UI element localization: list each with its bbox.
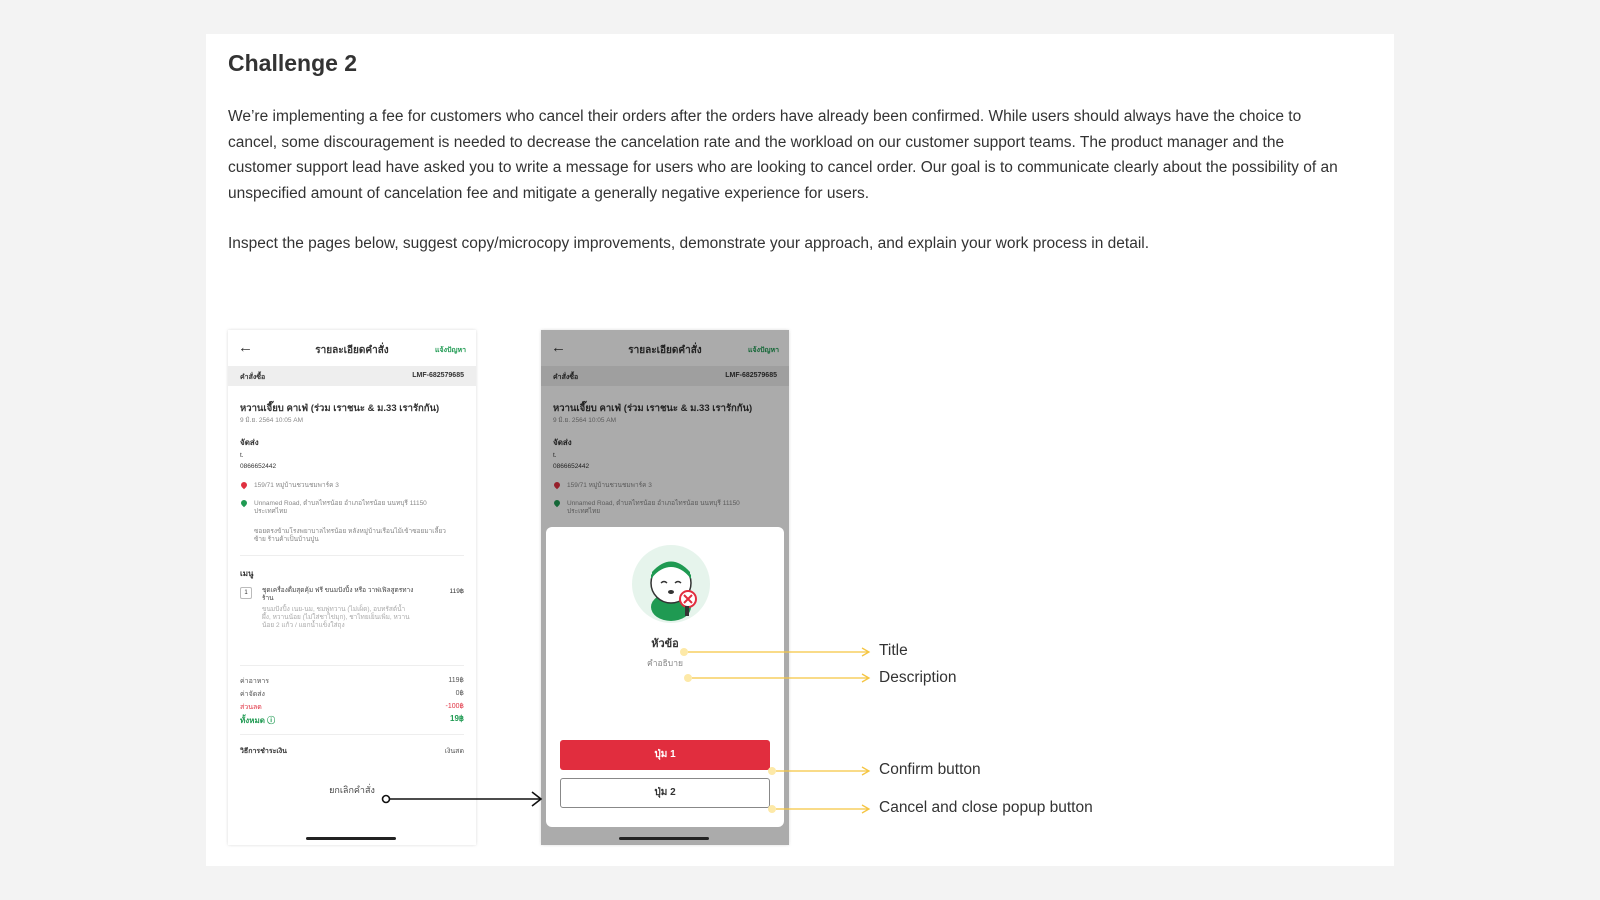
challenge-description: We’re implementing a fee for customers w… — [228, 108, 1338, 202]
item-quantity: 1 — [240, 587, 252, 599]
annotation-title: Title — [879, 642, 908, 659]
address-line-1: 159/71 หมู่บ้านชวนชมพาร์ค 3 — [254, 482, 339, 489]
customer-name: t. — [240, 452, 244, 459]
discount-row: ส่วนลด -100฿ — [240, 703, 464, 711]
delivery-note: ซอยตรงข้ามโรงพยาบาลไทรน้อย หลังหมู่บ้านเ… — [254, 528, 446, 543]
page-title: Challenge 2 — [228, 50, 358, 76]
item-price: 119฿ — [449, 588, 465, 595]
cancel-popup-screen: ← รายละเอียดคำสั่ง แจ้งปัญหา คำสั่งซื้อ … — [541, 330, 789, 845]
divider — [240, 555, 464, 556]
order-id-bar: คำสั่งซื้อ LMF-682579685 — [228, 366, 476, 386]
popup-title: หัวข้อ — [651, 638, 679, 650]
report-problem-link[interactable]: แจ้งปัญหา — [435, 345, 466, 356]
food-cost-row: ค่าอาหาร 119฿ — [240, 677, 464, 685]
home-indicator — [619, 837, 709, 840]
annotation-cancel-close-button: Cancel and close popup button — [879, 799, 1093, 816]
cancel-order-link[interactable]: ยกเลิกคำสั่ง — [228, 783, 476, 797]
annotation-confirm-button: Confirm button — [879, 761, 981, 778]
divider — [240, 665, 464, 666]
order-label: คำสั่งซื้อ — [240, 374, 266, 381]
address-line-2: Unnamed Road, ตำบลไทรน้อย อำเภอไทรน้อย น… — [254, 500, 427, 515]
order-date: 9 มิ.ย. 2564 10:05 AM — [240, 417, 304, 424]
customer-phone: 0866652442 — [240, 463, 277, 470]
order-detail-screen: ← รายละเอียดคำสั่ง แจ้งปัญหา คำสั่งซื้อ … — [228, 330, 476, 845]
annotation-description: Description — [879, 669, 957, 686]
order-id: LMF-682579685 — [412, 372, 464, 379]
instructions: Inspect the pages below, suggest copy/mi… — [228, 235, 1150, 252]
payment-method-row: วิธีการชำระเงิน เงินสด — [240, 748, 464, 755]
destination-pin-icon — [239, 498, 249, 508]
delivery-label: จัดส่ง — [240, 438, 259, 447]
home-indicator — [306, 837, 396, 840]
app-header: ← รายละเอียดคำสั่ง แจ้งปัญหา — [228, 330, 476, 366]
popup-description: คำอธิบาย — [647, 658, 683, 668]
delivery-fee-row: ค่าจัดส่ง 0฿ — [240, 690, 464, 698]
mascot-icon — [632, 545, 710, 623]
item-name: ชุดเครื่องดื่มสุดคุ้ม ฟรี ขนมปังปิ้ง หรื… — [262, 587, 414, 602]
close-popup-button[interactable]: ปุ่ม 2 — [560, 778, 770, 808]
cancel-popup: หัวข้อ คำอธิบาย ปุ่ม 1 ปุ่ม 2 — [546, 527, 784, 827]
total-row: ทั้งหมด ⓘ 19฿ — [240, 714, 464, 725]
location-pin-icon — [239, 480, 249, 490]
shop-name: หวานเจี๊ยบ คาเฟ่ (ร่วม เราชนะ & ม.33 เรา… — [240, 403, 440, 414]
menu-label: เมนู — [240, 569, 254, 578]
item-details: ขนมปังปิ้ง เนย-นม, ชมพู่ทวาน (ไม่เผ็ด), … — [262, 606, 410, 629]
confirm-button[interactable]: ปุ่ม 1 — [560, 740, 770, 770]
divider — [240, 734, 464, 735]
